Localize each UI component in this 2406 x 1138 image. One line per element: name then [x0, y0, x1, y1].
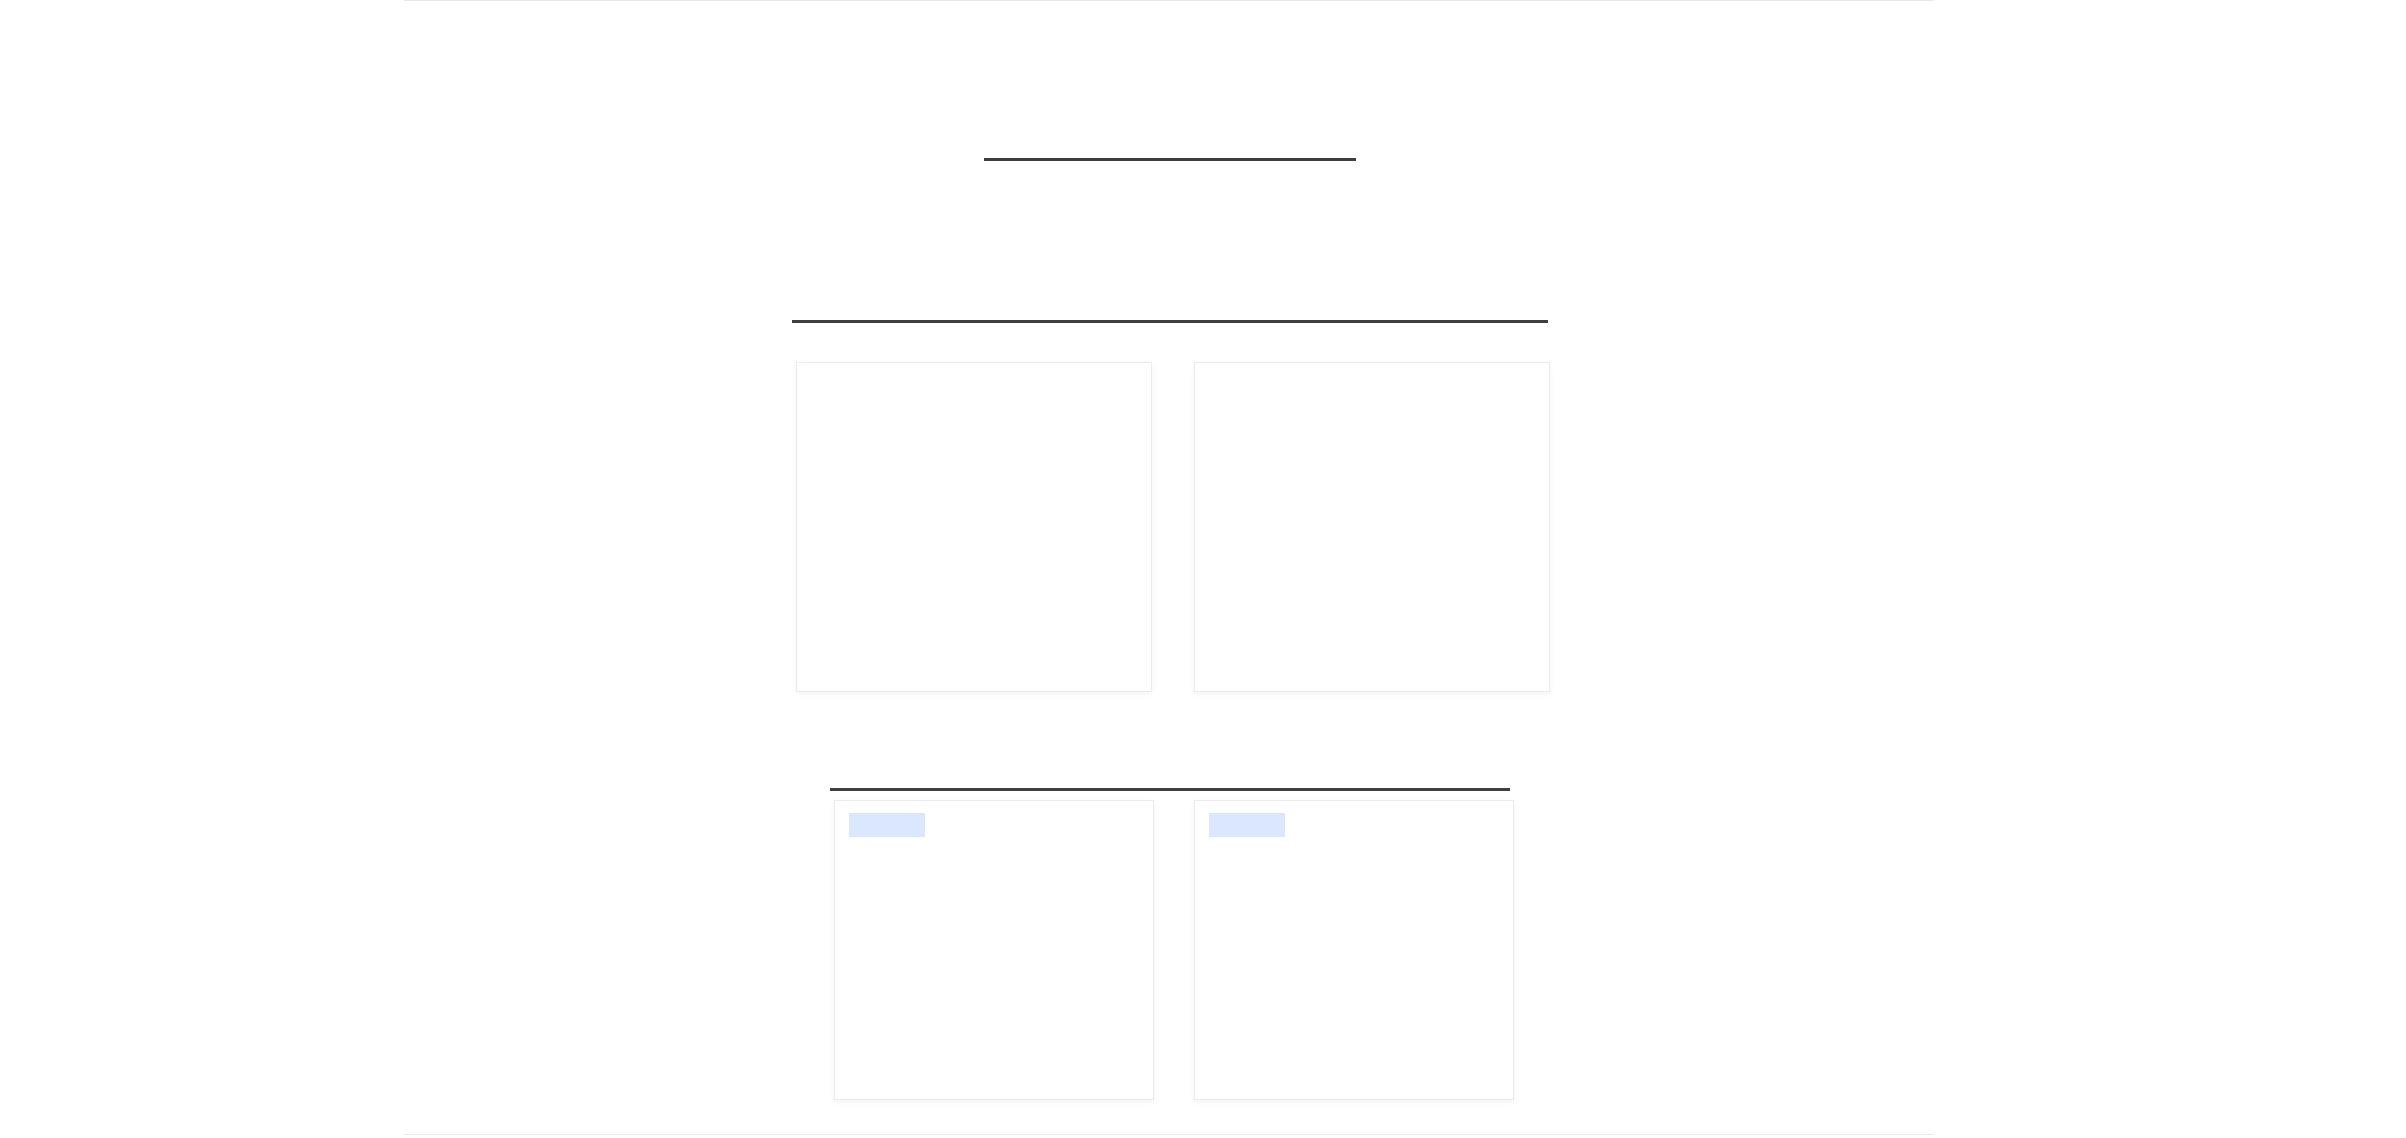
card-line [1195, 428, 1549, 454]
section-1-rule [984, 158, 1356, 161]
card-tag [1209, 813, 1285, 837]
card-line [797, 472, 1151, 498]
section-2-title [1120, 268, 1286, 308]
card-more-link[interactable] [1067, 646, 1127, 668]
card-line [1205, 957, 1503, 979]
section-1-text [900, 196, 1506, 224]
section-2-card-2 [1194, 362, 1550, 692]
section-3-card-2 [1194, 800, 1514, 1100]
card-line [1195, 472, 1549, 498]
card-line [1195, 516, 1549, 542]
card-line [1195, 606, 1549, 632]
card-line [845, 919, 1143, 941]
card-line [1205, 923, 1503, 945]
card-footer [1205, 1053, 1503, 1075]
card-footer [845, 1024, 1143, 1046]
card-more-link[interactable] [1465, 646, 1525, 668]
card-line [797, 428, 1151, 454]
card-title [1195, 847, 1513, 877]
card-line [797, 606, 1151, 632]
card-line [1205, 889, 1503, 911]
section-2-rule [792, 320, 1548, 323]
card-line [845, 988, 1143, 1010]
top-divider [404, 0, 1934, 1]
card-title [1195, 383, 1549, 413]
card-line [845, 953, 1143, 975]
card-title [835, 847, 1153, 877]
card-highlight-line [845, 884, 1143, 906]
bottom-divider [404, 1134, 1934, 1135]
card-line [1195, 561, 1549, 587]
card-line [1205, 1019, 1503, 1041]
section-2-card-1 [796, 362, 1152, 692]
card-line [797, 516, 1151, 542]
section-3-rule [830, 788, 1510, 791]
section-3-title [1120, 738, 1286, 778]
page-headline [700, 28, 1700, 68]
section-1-title [1120, 108, 1286, 148]
card-line [797, 561, 1151, 587]
card-title [797, 383, 1151, 413]
card-tag [849, 813, 925, 837]
section-3-card-1 [834, 800, 1154, 1100]
